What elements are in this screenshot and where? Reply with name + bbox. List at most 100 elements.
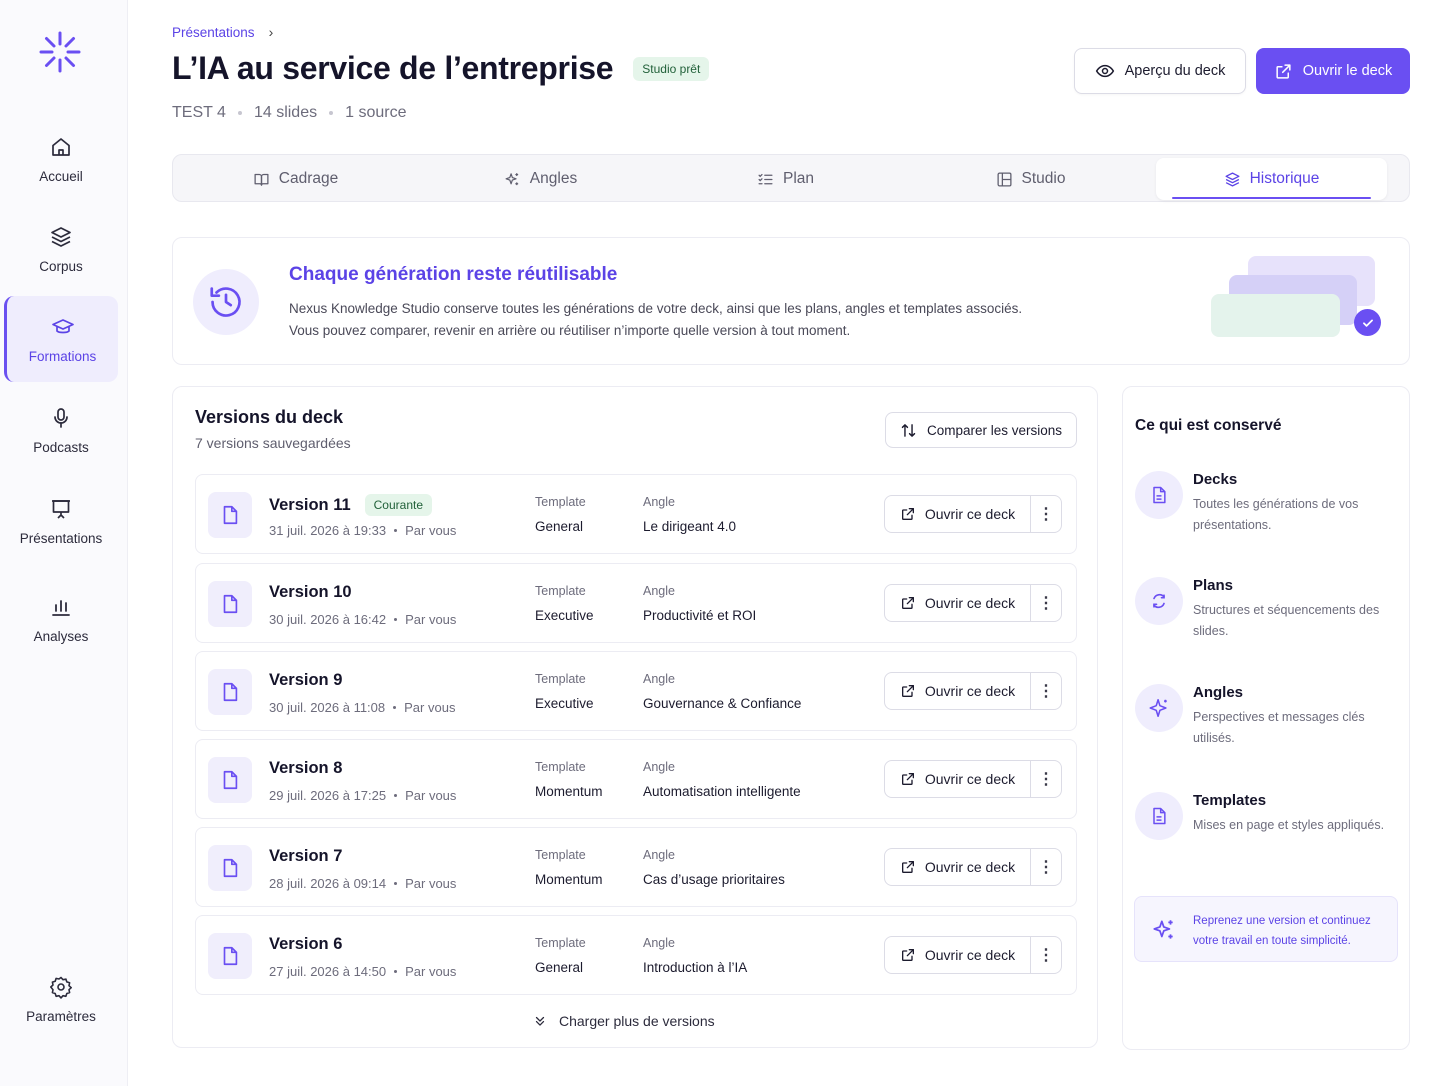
kept-item-desc: Structures et séquencements des slides. [1193,603,1380,638]
logo-icon [39,31,81,73]
history-icon [193,269,259,335]
open-version-label: Ouvrir ce deck [924,506,1016,522]
open-version-button[interactable]: Ouvrir ce deck [885,585,1031,621]
sidebar-item-label: Paramètres [26,1008,96,1024]
version-date: 30 juil. 2026 à 16:42 [269,612,387,627]
open-version-button[interactable]: Ouvrir ce deck [885,673,1031,709]
open-version-label: Ouvrir ce deck [924,859,1016,875]
sparkles-icon [1153,920,1173,939]
book-open-icon [254,173,269,186]
title-row: L’IA au service de l’entreprise Studio p… [172,50,710,87]
presentation-icon [52,499,70,519]
sidebar-item-analyses[interactable]: Analyses [4,576,118,662]
separator-dot [329,111,334,115]
kept-panel: Ce qui est conservé Decks Toutes les gén… [1122,386,1410,1050]
chevrons-down-icon [535,1016,545,1026]
version-author: Par vous [405,523,457,538]
tab-cadrage[interactable]: Cadrage [173,155,418,203]
version-meta: 29 juil. 2026 à 17:25 Par vous [269,788,456,803]
breadcrumb-link-presentations[interactable]: Présentations [172,25,255,40]
kept-title: Ce qui est conservé [1135,417,1282,434]
tab-label: Cadrage [278,170,339,187]
open-deck-button[interactable]: Ouvrir le deck [1256,48,1410,94]
version-name-row: Version 8 [269,759,342,778]
versions-count: 7 versions sauvegardées [195,435,351,451]
meta-sources: 1 source [345,104,407,121]
separator-dot [394,618,398,621]
meta-slides: 14 slides [253,104,318,121]
sidebar-item-formations[interactable]: Formations [4,296,118,382]
angle-value: Le dirigeant 4.0 [643,519,737,534]
sidebar-item-parametres[interactable]: Paramètres [4,956,118,1042]
version-name-row: Version 7 [269,847,342,866]
compare-arrows-icon [901,423,916,437]
load-more-button[interactable]: Charger plus de versions [533,1013,715,1029]
open-version-group: Ouvrir ce deck ⋮ [884,848,1062,886]
more-options-icon[interactable]: ⋮ [1031,585,1061,621]
tab-studio[interactable]: Studio [908,155,1153,203]
version-name-row: Version 10 [269,583,352,602]
version-author: Par vous [405,876,457,891]
chevron-right-icon: › [268,24,274,40]
tab-angles[interactable]: Angles [418,155,663,203]
version-row: Version 8 29 juil. 2026 à 17:25 Par vous… [195,739,1077,819]
more-options-icon[interactable]: ⋮ [1031,761,1061,797]
compare-versions-button[interactable]: Comparer les versions [885,412,1077,448]
open-version-group: Ouvrir ce deck ⋮ [884,760,1062,798]
tab-bar: Cadrage Angles Plan Studio Historique [172,154,1410,202]
open-version-button[interactable]: Ouvrir ce deck [885,761,1031,797]
more-options-icon[interactable]: ⋮ [1031,937,1061,973]
external-link-icon [901,508,914,520]
bar-chart-icon [52,599,70,616]
version-date: 29 juil. 2026 à 17:25 [269,788,387,803]
angle-value: Productivité et ROI [643,608,757,623]
sidebar-item-label: Présentations [19,530,103,546]
version-name: Version 10 [269,583,352,601]
open-version-label: Ouvrir ce deck [924,683,1016,699]
open-version-group: Ouvrir ce deck ⋮ [884,672,1062,710]
open-version-group: Ouvrir ce deck ⋮ [884,584,1062,622]
template-label: Template [535,936,586,950]
version-row: Version 10 30 juil. 2026 à 16:42 Par vou… [195,563,1077,643]
list-checks-icon [758,173,773,184]
layers-icon [51,226,71,247]
open-version-button[interactable]: Ouvrir ce deck [885,849,1031,885]
open-deck-label: Ouvrir le deck [1302,63,1393,79]
open-version-group: Ouvrir ce deck ⋮ [884,495,1062,533]
more-options-icon[interactable]: ⋮ [1031,496,1061,532]
kept-item-name: Templates [1193,792,1267,809]
banner-line: Vous pouvez comparer, revenir en arrière… [289,323,851,338]
more-options-icon[interactable]: ⋮ [1031,849,1061,885]
sidebar-item-accueil[interactable]: Accueil [4,116,118,202]
tab-label: Historique [1249,170,1320,187]
more-options-icon[interactable]: ⋮ [1031,673,1061,709]
template-label: Template [535,848,586,862]
tab-label: Studio [1021,170,1066,187]
template-value: Momentum [535,872,603,887]
angle-label: Angle [643,672,675,686]
template-label: Template [535,495,586,509]
sidebar-item-corpus[interactable]: Corpus [4,206,118,292]
open-version-button[interactable]: Ouvrir ce deck [885,496,1031,532]
file-icon [1135,471,1183,519]
sidebar-item-presentations[interactable]: Présentations [4,478,118,564]
preview-deck-button[interactable]: Aperçu du deck [1074,48,1246,94]
sidebar-item-podcasts[interactable]: Podcasts [4,387,118,473]
angle-value: Gouvernance & Confiance [643,696,802,711]
kept-item-desc: Mises en page et styles appliqués. [1193,818,1385,832]
kept-item-templates: Templates Mises en page et styles appliq… [1135,792,1405,862]
home-icon [52,137,70,156]
open-version-label: Ouvrir ce deck [924,771,1016,787]
separator-dot [394,970,398,973]
version-meta: 30 juil. 2026 à 11:08 Par vous [269,700,455,715]
version-name: Version 11 [269,495,351,514]
open-version-button[interactable]: Ouvrir ce deck [885,937,1031,973]
tab-historique[interactable]: Historique [1156,158,1387,200]
layout-icon [997,171,1012,187]
file-icon [208,669,252,715]
separator-dot [393,706,397,709]
gear-icon [50,976,72,999]
banner-line: Nexus Knowledge Studio conserve toutes l… [289,301,1023,316]
tab-plan[interactable]: Plan [663,155,908,203]
kept-item-decks: Decks Toutes les générations de vos prés… [1135,471,1405,541]
